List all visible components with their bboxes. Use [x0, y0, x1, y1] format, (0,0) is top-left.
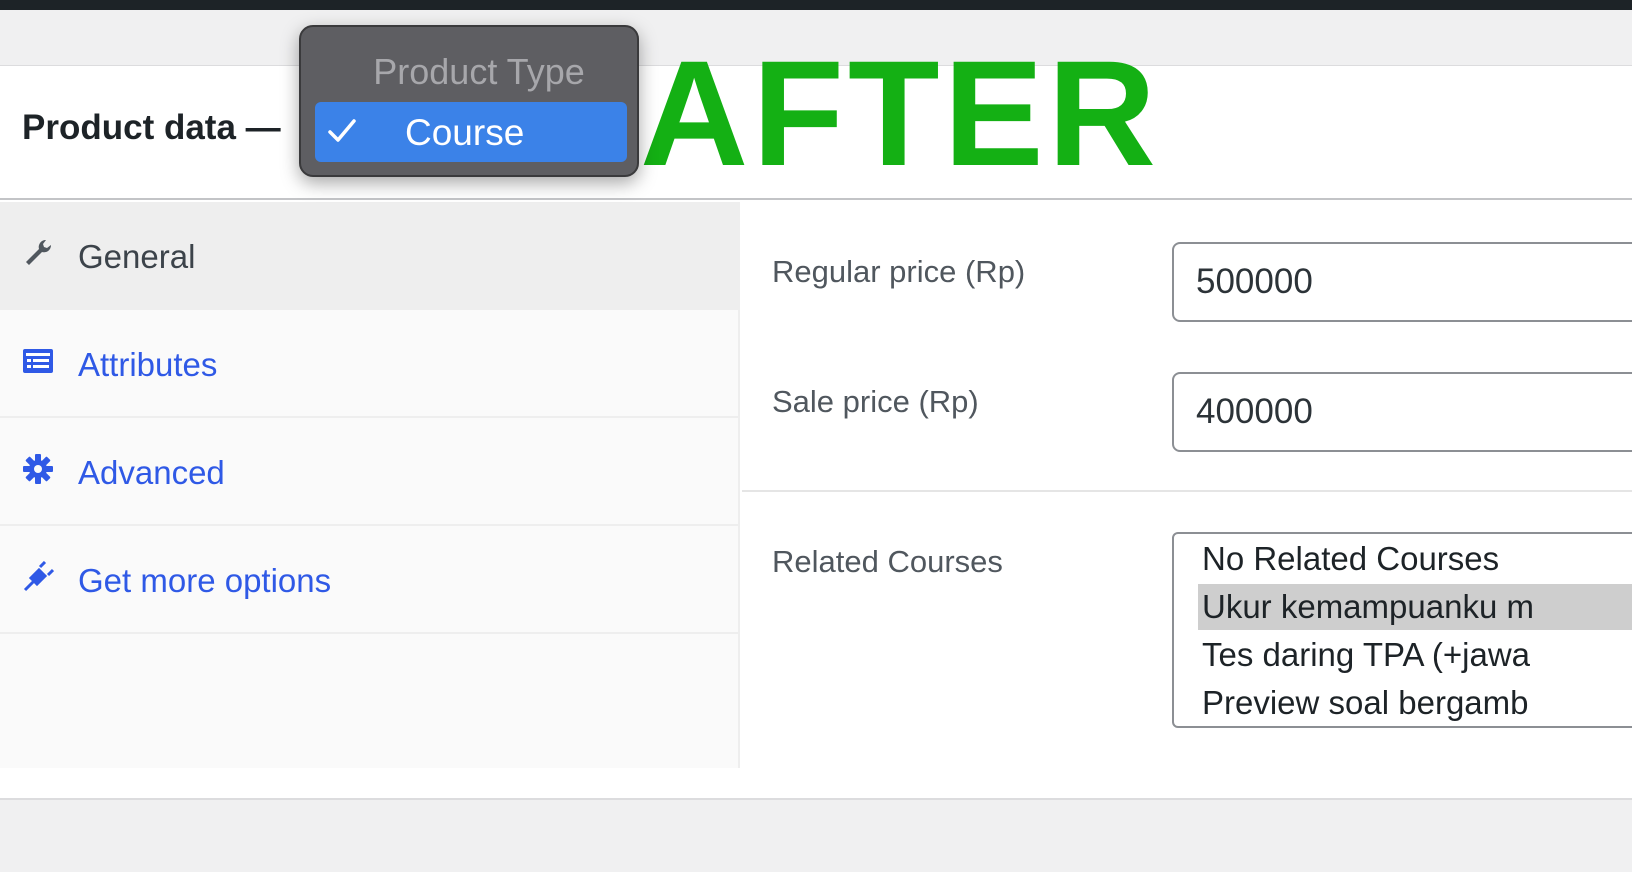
wrench-icon — [26, 239, 52, 265]
plugin-icon — [23, 561, 54, 592]
product-type-dropdown[interactable]: Product Type Course — [299, 25, 639, 177]
sale-price-input[interactable] — [1172, 372, 1632, 452]
list-item-selected[interactable]: Ukur kemampuanku m — [1198, 584, 1632, 630]
related-courses-listbox[interactable]: No Related Courses Ukur kemampuanku m Te… — [1172, 532, 1632, 728]
list-item[interactable]: No Related Courses — [1198, 536, 1632, 582]
regular-price-label: Regular price (Rp) — [772, 254, 1026, 289]
product-data-tabs: General Attributes Advanced Get more opt… — [0, 202, 740, 768]
dropdown-option-label: Course — [405, 112, 525, 153]
tab-label: Attributes — [78, 346, 218, 383]
checkmark-icon — [328, 119, 356, 142]
list-item[interactable]: Tes daring TPA (+jawa — [1198, 632, 1632, 678]
tab-get-more-options[interactable]: Get more options — [0, 526, 740, 634]
tab-label: General — [78, 238, 196, 275]
general-fields: Regular price (Rp) Sale price (Rp) Relat… — [742, 202, 1632, 768]
sale-price-label: Sale price (Rp) — [772, 384, 979, 419]
tab-label: Get more options — [78, 562, 332, 599]
tab-advanced[interactable]: Advanced — [0, 418, 740, 526]
tab-general[interactable]: General — [0, 202, 740, 310]
regular-price-input[interactable] — [1172, 242, 1632, 322]
list-item[interactable]: Preview soal bergamb — [1198, 680, 1632, 726]
dropdown-option-course[interactable]: Course — [315, 102, 627, 162]
after-overlay-text: AFTER — [640, 29, 1160, 197]
top-admin-bar — [0, 0, 1632, 10]
list-icon — [23, 349, 53, 373]
tab-label: Advanced — [78, 454, 225, 491]
dropdown-group-header: Product Type — [373, 51, 585, 92]
related-courses-label: Related Courses — [772, 544, 1003, 579]
tab-attributes[interactable]: Attributes — [0, 310, 740, 418]
gear-icon — [23, 454, 53, 484]
divider — [742, 490, 1632, 492]
panel-title: Product data — — [22, 108, 281, 147]
